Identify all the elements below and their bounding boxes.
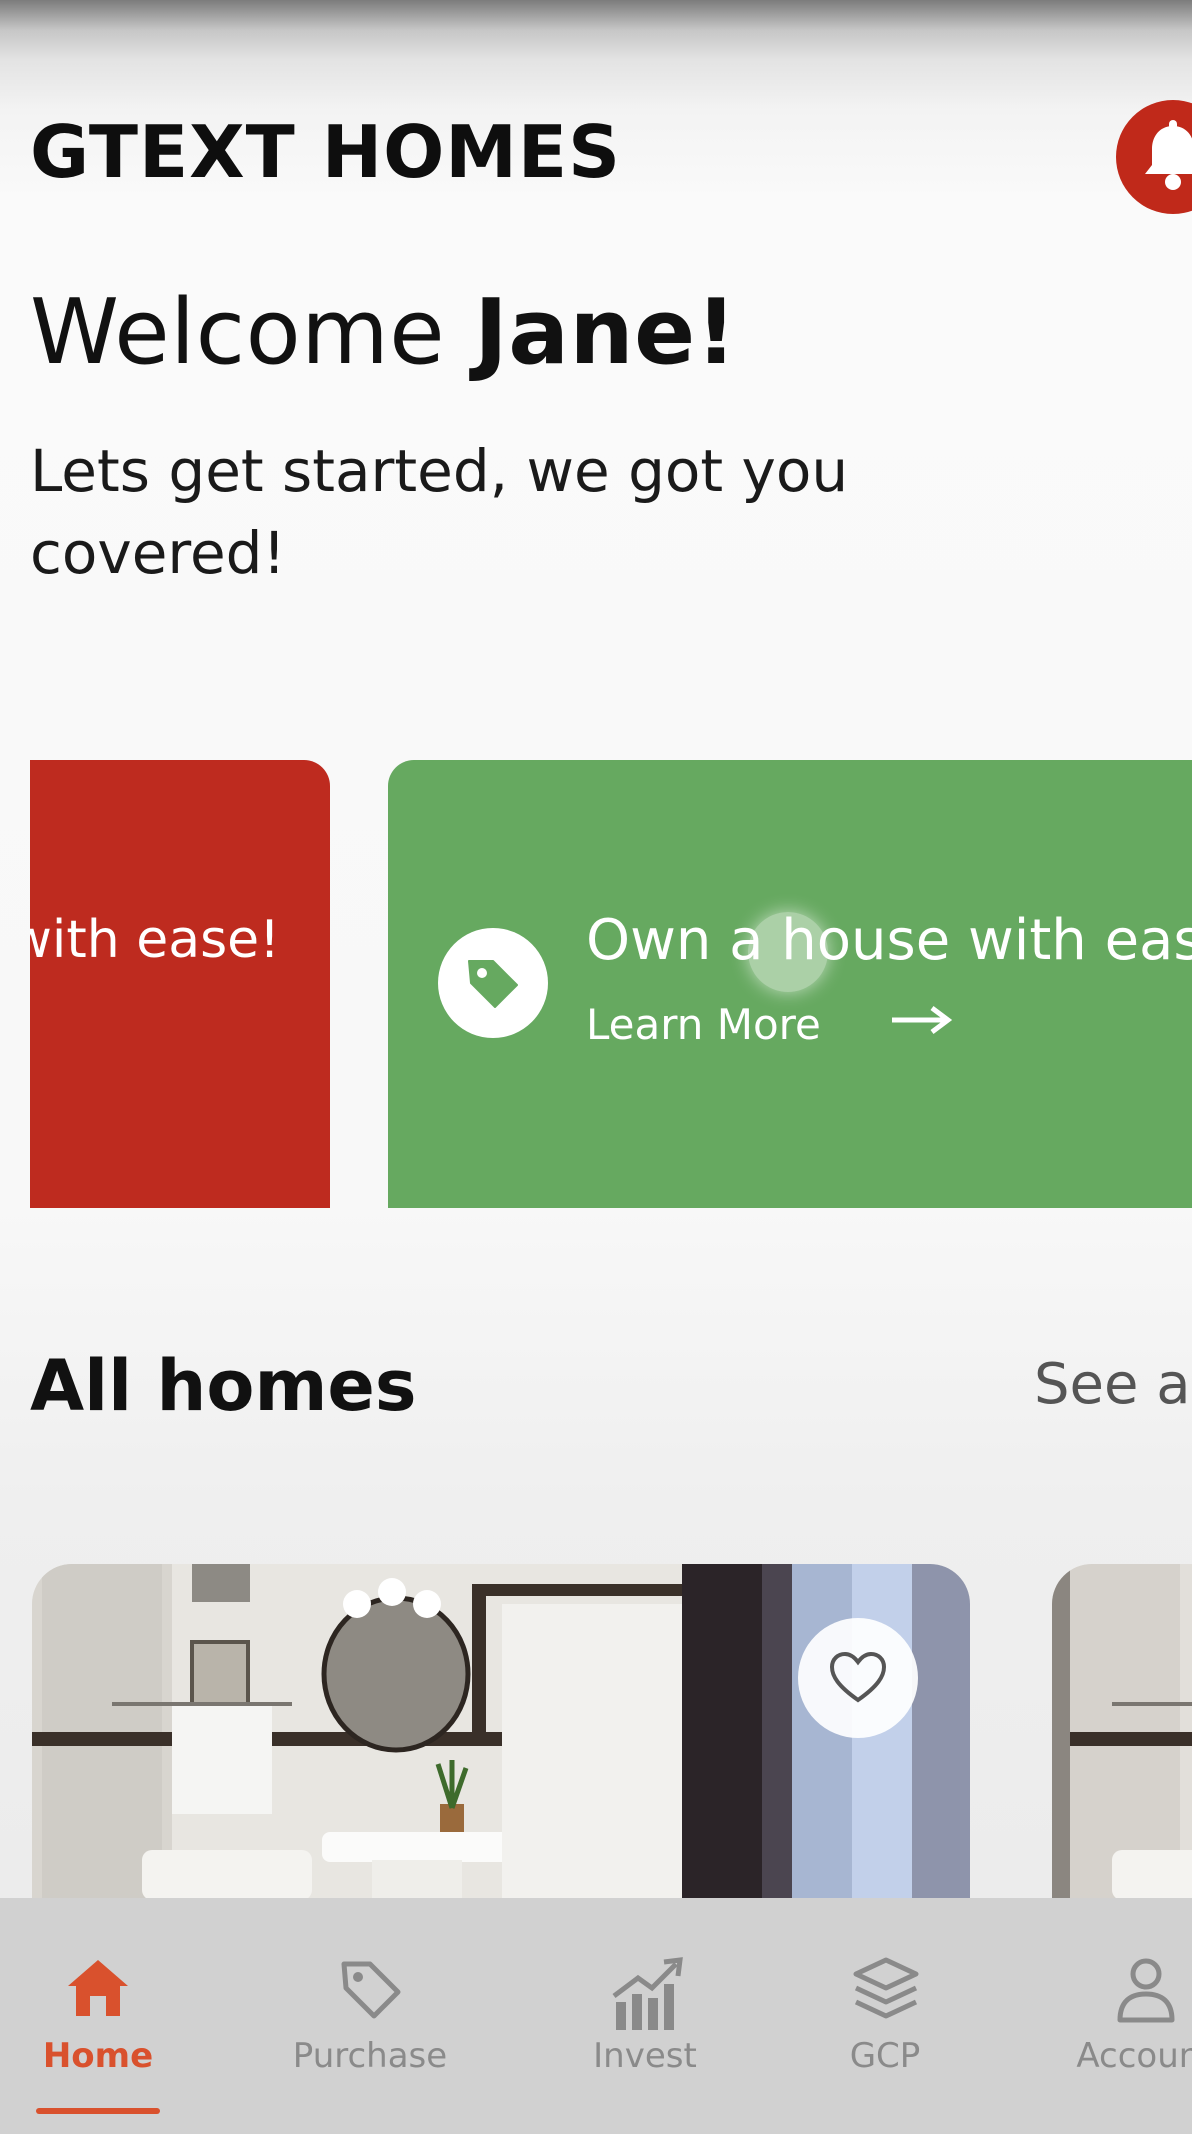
home-photo <box>1052 1564 1192 1900</box>
welcome-heading: Welcome Jane! <box>30 280 737 385</box>
nav-label-invest: Invest <box>593 2036 697 2076</box>
home-icon <box>68 1960 128 2016</box>
home-card[interactable] <box>1052 1564 1192 1900</box>
screen: GTEXT HOMES Welcome Jane! Lets get start… <box>0 0 1192 2134</box>
user-icon <box>1117 1958 1175 2023</box>
promo-icon-circle <box>438 928 548 1038</box>
notifications-button[interactable] <box>1116 100 1192 214</box>
tag-icon <box>341 1961 401 2019</box>
touch-indicator <box>748 912 828 992</box>
nav-item-gcp[interactable]: GCP <box>810 1898 960 2134</box>
nav-label-gcp: GCP <box>849 2036 921 2076</box>
app-title: GTEXT HOMES <box>30 110 621 194</box>
promo-card-title: Own a house with ease! <box>586 908 1192 973</box>
layers-icon <box>853 1957 919 2019</box>
promo-card-title: with ease! <box>30 910 280 970</box>
bottom-navigation: Home Purchase Invest GCP Accoun <box>0 1898 1192 2134</box>
nav-item-purchase[interactable]: Purchase <box>280 1898 460 2134</box>
learn-more-link[interactable]: Learn More <box>586 1000 821 1049</box>
home-photo <box>32 1564 970 1900</box>
welcome-prefix: Welcome <box>30 280 475 385</box>
promo-card-previous[interactable]: with ease! <box>30 760 330 1208</box>
user-name: Jane! <box>474 280 738 385</box>
section-title: All homes <box>30 1345 417 1427</box>
nav-item-invest[interactable]: Invest <box>560 1898 730 2134</box>
nav-label-account: Account <box>1076 2036 1192 2076</box>
welcome-subtitle: Lets get started, we got you covered! <box>30 437 849 587</box>
chart-icon <box>612 1957 683 2030</box>
nav-label-home: Home <box>42 2036 154 2076</box>
favorite-button[interactable] <box>798 1618 918 1738</box>
arrow-right-icon[interactable] <box>888 990 954 1050</box>
heart-icon <box>829 1651 887 1703</box>
tag-icon <box>468 960 518 1008</box>
home-card[interactable] <box>32 1564 970 1900</box>
nav-item-home[interactable]: Home <box>18 1898 178 2134</box>
see-all-link[interactable]: See all <box>1034 1352 1192 1417</box>
nav-label-purchase: Purchase <box>292 2036 448 2076</box>
active-tab-indicator <box>36 2108 160 2114</box>
bell-icon <box>1145 120 1192 190</box>
nav-item-account[interactable]: Account <box>1060 1898 1192 2134</box>
